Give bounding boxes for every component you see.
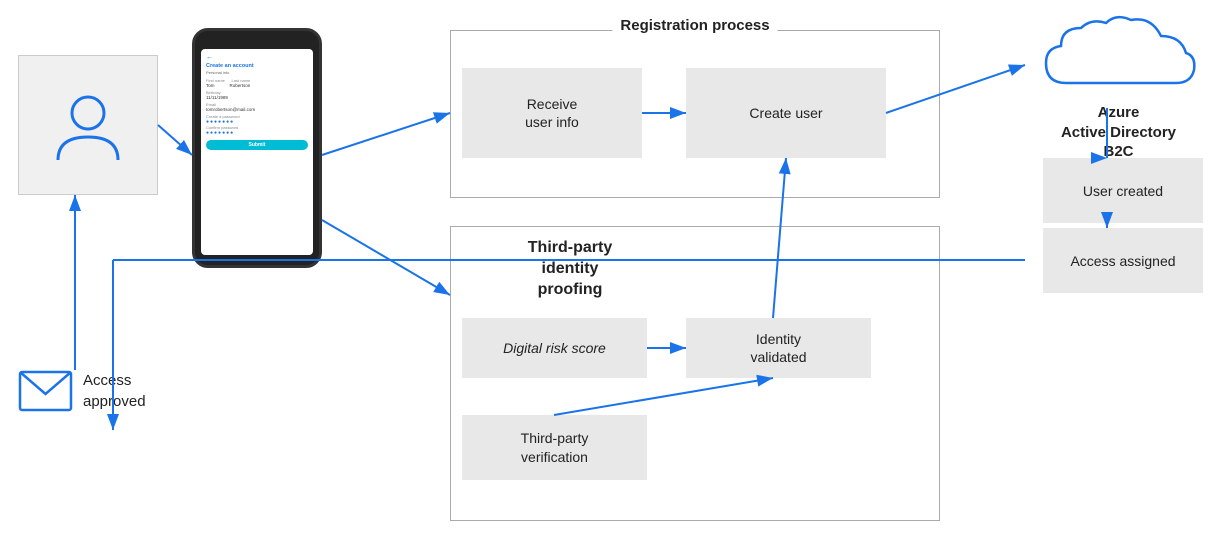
create-user-box: Create user xyxy=(686,68,886,158)
access-assigned-box: Access assigned xyxy=(1043,228,1203,293)
phone-field-value-email: tomrobertson@mail.com xyxy=(206,107,308,112)
third-party-verification-box: Third-partyverification xyxy=(462,415,647,480)
identity-validated-box: Identityvalidated xyxy=(686,318,871,378)
receive-user-info-label: Receiveuser info xyxy=(525,95,579,131)
digital-risk-score-box: Digital risk score xyxy=(462,318,647,378)
azure-title: AzureActive DirectoryB2C xyxy=(1026,103,1211,162)
phone-field-value-name: Tom Robertson xyxy=(206,83,308,88)
phone-dots-cpw: ●●●●●●● xyxy=(206,130,308,136)
phone-back-arrow: ← xyxy=(206,54,308,61)
third-party-verification-label: Third-partyverification xyxy=(521,429,589,465)
phone-screen: ← Create an account Personal info First … xyxy=(201,49,313,255)
create-user-label: Create user xyxy=(749,104,822,122)
azure-cloud-area: AzureActive DirectoryB2C xyxy=(1026,8,1211,162)
phone-subtitle: Personal info xyxy=(206,70,308,75)
cloud-icon xyxy=(1026,8,1211,108)
user-icon xyxy=(48,85,128,165)
digital-risk-score-label: Digital risk score xyxy=(503,339,606,357)
receive-user-info-box: Receiveuser info xyxy=(462,68,642,158)
phone-submit-button[interactable]: Submit xyxy=(206,140,308,150)
user-created-label: User created xyxy=(1083,183,1163,199)
diagram: ← Create an account Personal info First … xyxy=(0,0,1231,546)
envelope-icon xyxy=(18,370,73,412)
arrow-phone-to-reg xyxy=(322,113,450,155)
access-assigned-label: Access assigned xyxy=(1070,253,1175,269)
user-created-box: User created xyxy=(1043,158,1203,223)
phone-field-value-bday: 11/11/1989 xyxy=(206,95,308,100)
third-party-title: Third-partyidentity proofing xyxy=(510,238,630,300)
arrow-phone-to-thirdparty xyxy=(322,220,450,295)
access-approved-label: Access approved xyxy=(83,370,193,412)
phone: ← Create an account Personal info First … xyxy=(192,28,322,268)
phone-title: Create an account xyxy=(206,63,308,69)
access-approved-area: Access approved xyxy=(18,370,193,412)
identity-validated-label: Identityvalidated xyxy=(750,330,806,366)
registration-process-title: Registration process xyxy=(612,17,777,34)
arrow-user-to-phone xyxy=(158,125,192,155)
user-box xyxy=(18,55,158,195)
